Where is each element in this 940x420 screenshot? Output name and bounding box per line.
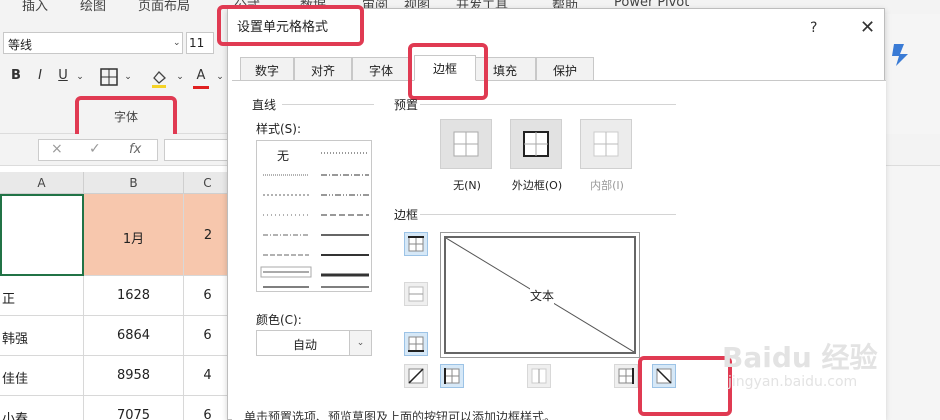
watermark-logo: Baidu 经验 [722, 341, 878, 374]
table-cell[interactable]: 小春 [0, 396, 84, 420]
color-label: 颜色(C): [256, 313, 302, 327]
border-group-label: 边框 [394, 208, 419, 222]
fill-color-icon[interactable] [150, 68, 168, 91]
help-button[interactable]: ? [810, 20, 817, 36]
enter-icon[interactable]: ✓ [89, 141, 101, 157]
border-right-icon [618, 368, 634, 384]
underline-button[interactable]: U [55, 68, 71, 86]
column-header-c[interactable]: C [184, 172, 232, 194]
tab-alignment[interactable]: 对齐 [294, 57, 352, 81]
close-button[interactable]: ✕ [860, 17, 875, 38]
font-color-swatch [193, 86, 209, 89]
italic-button[interactable]: I [32, 68, 48, 86]
insert-function-icon[interactable]: fx [129, 142, 141, 157]
bold-button[interactable]: B [8, 68, 24, 86]
chevron-down-icon[interactable]: ⌄ [212, 72, 228, 90]
diagonal-up-icon [408, 368, 424, 384]
watermark-url: jingyan.baidu.com [728, 374, 858, 390]
tab-number[interactable]: 数字 [240, 57, 294, 81]
line-style-samples[interactable] [257, 141, 373, 293]
ribbon-icon-partial [890, 40, 912, 71]
preset-outline-label: 外边框(O) [511, 179, 563, 192]
cell-c1[interactable]: 2 [184, 194, 232, 276]
table-cell[interactable]: 正 [0, 276, 84, 316]
style-label: 样式(S): [256, 122, 302, 136]
chevron-down-icon[interactable]: ⌄ [72, 72, 88, 90]
preset-none-icon [453, 131, 479, 157]
divider [420, 104, 676, 105]
ribbon-tab-draw[interactable]: 绘图 [80, 0, 106, 14]
column-header-b[interactable]: B [84, 172, 184, 194]
formula-input[interactable] [164, 139, 234, 161]
border-top-icon [408, 236, 424, 252]
preview-text: 文本 [530, 287, 555, 304]
table-cell[interactable]: 8958 [84, 356, 184, 396]
ribbon-tab-insert[interactable]: 插入 [22, 0, 48, 14]
table-cell[interactable]: 佳佳 [0, 356, 84, 396]
divider [420, 214, 676, 215]
border-top-button[interactable] [404, 232, 428, 256]
tab-border-highlight [408, 43, 488, 100]
preset-outline-icon [523, 131, 549, 157]
chevron-down-icon[interactable]: ⌄ [120, 72, 136, 90]
preset-inside-button[interactable] [580, 119, 632, 169]
border-bottom-icon [408, 336, 424, 352]
borders-icon[interactable] [100, 68, 118, 89]
ribbon-tab-page-layout[interactable]: 页面布局 [138, 0, 190, 14]
right-ribbon-edge [885, 14, 940, 420]
diagonal-up-button[interactable] [404, 364, 428, 388]
tab-font[interactable]: 字体 [352, 57, 410, 81]
border-middle-button[interactable] [404, 282, 428, 306]
border-middle-icon [408, 286, 424, 302]
cell-b1[interactable]: 1月 [84, 194, 184, 276]
border-left-icon [444, 368, 460, 384]
preset-inside-label: 内部(I) [590, 179, 624, 192]
chevron-down-icon[interactable]: ⌄ [173, 38, 181, 48]
line-group-label: 直线 [252, 98, 277, 112]
border-center-icon [531, 368, 547, 384]
hint-text: 单击预置选项、预览草图及上面的按钮可以添加边框样式。 [244, 410, 557, 420]
cancel-icon[interactable]: × [51, 141, 63, 157]
chevron-down-icon[interactable]: ⌄ [349, 331, 371, 355]
border-right-button[interactable] [614, 364, 638, 388]
table-cell[interactable]: 韩强 [0, 316, 84, 356]
border-bottom-button[interactable] [404, 332, 428, 356]
column-header-a[interactable]: A [0, 172, 84, 194]
preset-none-button[interactable] [440, 119, 492, 169]
table-cell[interactable]: 1628 [84, 276, 184, 316]
tab-protection[interactable]: 保护 [536, 57, 594, 81]
table-cell[interactable]: 6864 [84, 316, 184, 356]
font-size-input[interactable]: 11 [186, 32, 214, 54]
font-group-label: 字体 [113, 110, 138, 124]
preset-none-label: 无(N) [453, 179, 481, 192]
border-center-button[interactable] [527, 364, 551, 388]
table-cell[interactable]: 4 [184, 356, 232, 396]
diagonal-down-highlight [638, 356, 732, 416]
border-preview-cell[interactable]: 文本 [444, 236, 636, 354]
color-select-value: 自动 [293, 338, 318, 352]
selected-cell-a1[interactable] [0, 194, 84, 276]
border-left-button[interactable] [440, 364, 464, 388]
table-cell[interactable]: 6 [184, 276, 232, 316]
formula-controls: × ✓ fx [38, 139, 158, 161]
table-cell[interactable]: 6 [184, 396, 232, 420]
preset-outline-button[interactable] [510, 119, 562, 169]
table-cell[interactable]: 6 [184, 316, 232, 356]
dialog-title-highlight [217, 5, 364, 46]
chevron-down-icon[interactable]: ⌄ [172, 72, 188, 90]
font-color-button[interactable]: A [193, 68, 209, 86]
divider [282, 104, 374, 105]
presets-label: 预置 [394, 98, 419, 112]
color-select[interactable]: 自动 ⌄ [256, 330, 372, 356]
line-style-list[interactable]: 无 [256, 140, 372, 292]
font-name-input[interactable]: 等线 [3, 32, 183, 54]
table-cell[interactable]: 7075 [84, 396, 184, 420]
preset-inside-icon [593, 131, 619, 157]
